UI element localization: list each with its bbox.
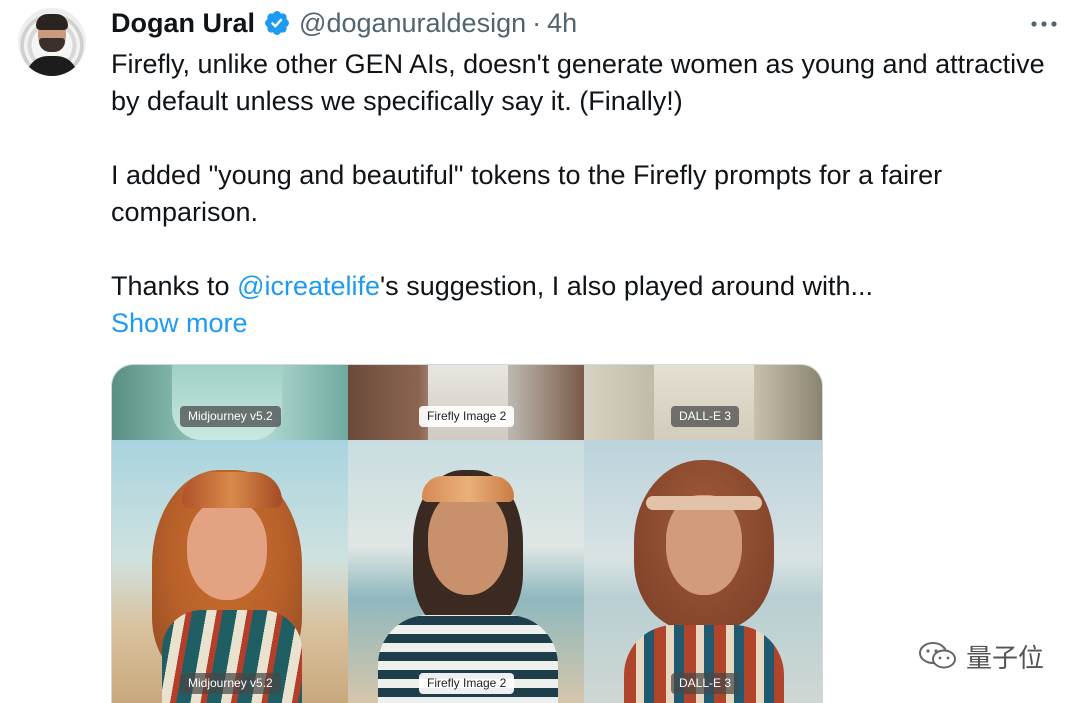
tweet-paragraph-3: Thanks to @icreatelife's suggestion, I a…	[111, 268, 1061, 305]
tweet-paragraph-2: I added "young and beautiful" tokens to …	[111, 160, 943, 227]
top-panel-firefly	[348, 365, 584, 440]
avatar-beard	[39, 38, 65, 52]
show-more-link[interactable]: Show more	[111, 308, 248, 338]
tweet-text: Firefly, unlike other GEN AIs, doesn't g…	[111, 46, 1061, 342]
watermark-text: 量子位	[966, 643, 1045, 674]
wechat-icon	[919, 642, 956, 669]
paragraph-3-prefix: Thanks to	[111, 271, 238, 301]
watermark: 量子位	[918, 638, 1044, 674]
avatar-shirt	[26, 56, 78, 76]
portrait-firefly	[348, 440, 584, 703]
author-name[interactable]: Dogan Ural	[111, 8, 255, 39]
tweet-paragraph-1: Firefly, unlike other GEN AIs, doesn't g…	[111, 49, 1045, 116]
bottom-label-firefly: Firefly Image 2	[419, 673, 515, 694]
separator-dot: ·	[532, 7, 542, 38]
author-handle[interactable]: @doganuraldesign	[299, 8, 526, 39]
avatar-hair	[36, 14, 68, 30]
bottom-label-midjourney: Midjourney v5.2	[180, 673, 281, 694]
portrait-midjourney	[112, 440, 348, 703]
avatar[interactable]	[18, 8, 86, 76]
tweet: Dogan Ural @doganuraldesign · 4h Firefly…	[0, 0, 1080, 703]
verified-badge-icon	[265, 11, 289, 35]
top-panel-midjourney	[112, 365, 348, 440]
top-panel-dalle	[584, 365, 822, 440]
media-image[interactable]: Midjourney v5.2 Firefly Image 2 DALL-E 3…	[111, 364, 823, 703]
timestamp[interactable]: 4h	[547, 8, 577, 39]
top-label-midjourney: Midjourney v5.2	[180, 406, 281, 427]
tweet-header: Dogan Ural @doganuraldesign · 4h	[111, 6, 577, 40]
paragraph-3-suffix: 's suggestion, I also played around with…	[380, 271, 873, 301]
more-options-icon[interactable]	[1028, 12, 1060, 36]
top-label-firefly: Firefly Image 2	[419, 406, 515, 427]
bottom-label-dalle: DALL-E 3	[671, 673, 740, 694]
portrait-dalle	[584, 440, 822, 703]
mention-link[interactable]: @icreatelife	[237, 271, 380, 301]
top-label-dalle: DALL-E 3	[671, 406, 740, 427]
